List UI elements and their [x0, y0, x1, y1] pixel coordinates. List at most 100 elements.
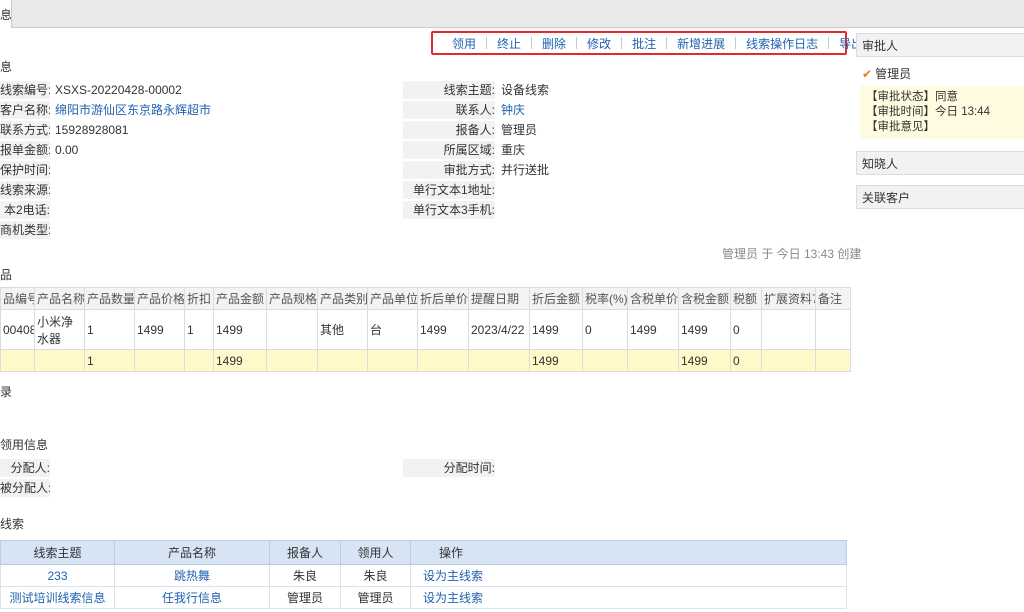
approver-row: ✔ 管理员 — [856, 57, 1024, 86]
table-row: 测试培训线索信息 任我行信息 管理员 管理员 设为主线索 — [0, 586, 847, 609]
total-cell — [367, 349, 418, 372]
col-header: 线索主题 — [0, 540, 115, 565]
amount-value: 0.00 — [55, 143, 79, 157]
field-label: 审批方式: — [403, 161, 495, 179]
field-label: 单行文本1地址: — [403, 181, 495, 199]
total-cell — [0, 349, 35, 372]
approver-header: 审批人 — [856, 33, 1024, 57]
col-header: 产品规格 — [266, 287, 318, 310]
total-cell — [582, 349, 628, 372]
approval-method-value: 并行送批 — [501, 163, 550, 177]
basic-info-title: 息 — [0, 60, 13, 74]
col-header: 税率(%) — [582, 287, 628, 310]
field-label: 报单金额: — [0, 141, 50, 159]
tab-detail[interactable]: 息 — [0, 0, 12, 28]
lead-subject-link[interactable]: 233 — [0, 564, 115, 587]
field-label: 联系人: — [403, 101, 495, 119]
terminate-button[interactable]: 终止 — [497, 35, 521, 52]
field-label: 分配时间: — [403, 459, 495, 477]
customer-name-link[interactable]: 绵阳市游仙区东京路永辉超市 — [55, 101, 211, 119]
field-label: 报备人: — [403, 121, 495, 139]
col-header: 提醒日期 — [468, 287, 530, 310]
lead-subject-link[interactable]: 测试培训线索信息 — [0, 586, 115, 609]
col-header: 税额 — [730, 287, 762, 310]
approval-status: 【审批状态】同意 — [866, 91, 958, 103]
region-value: 重庆 — [501, 143, 526, 157]
delete-button[interactable]: 删除 — [542, 35, 566, 52]
product-name-link[interactable]: 任我行信息 — [114, 586, 270, 609]
col-header: 产品类别 — [317, 287, 368, 310]
notified-header: 知晓人 — [856, 151, 1024, 175]
field-label: 分配人: — [0, 459, 50, 477]
col-header: 备注 — [815, 287, 851, 310]
related-leads-title: 线索 — [0, 517, 25, 531]
col-header: 产品数量 — [84, 287, 135, 310]
add-progress-button[interactable]: 新增进展 — [677, 35, 725, 52]
check-icon: ✔ — [862, 67, 873, 81]
field-label: 联系方式: — [0, 121, 50, 139]
total-cell — [761, 349, 816, 372]
table-cell: 1499 — [213, 309, 267, 350]
field-label: 线索来源: — [0, 181, 50, 199]
field-label: 线索主题: — [403, 81, 495, 99]
field-label: 线索编号: — [0, 81, 50, 99]
divider — [621, 37, 623, 49]
table-cell — [761, 309, 816, 350]
operation-log-button[interactable]: 线索操作日志 — [746, 35, 818, 52]
claim-button[interactable]: 领用 — [452, 35, 476, 52]
field-label: 保护时间: — [0, 161, 50, 179]
table-cell: 1499 — [627, 309, 679, 350]
annotate-button[interactable]: 批注 — [632, 35, 656, 52]
col-header: 报备人 — [269, 540, 341, 565]
total-cell — [317, 349, 368, 372]
related-customer-header[interactable]: 关联客户 — [856, 185, 1024, 209]
leads-table: 线索主题 产品名称 报备人 领用人 操作 233 跳热舞 朱良 朱良 设为主线索… — [0, 540, 847, 609]
col-header: 产品单位 — [367, 287, 418, 310]
col-header: 产品金额 — [213, 287, 267, 310]
divider — [576, 37, 578, 49]
divider — [735, 37, 737, 49]
divider — [486, 37, 488, 49]
approval-time: 【审批时间】今日 13:44 — [866, 106, 990, 118]
table-cell: 2023/4/22 — [468, 309, 530, 350]
total-cell: 1 — [84, 349, 135, 372]
table-row: 00408 小米净水器 1 1499 1 1499 其他 台 1499 2023… — [0, 309, 851, 350]
field-label: 单行文本3手机: — [403, 201, 495, 219]
approval-detail-box: 【审批状态】同意 【审批时间】今日 13:44 【审批意见】 — [860, 86, 1024, 139]
col-header: 领用人 — [340, 540, 411, 565]
total-cell — [34, 349, 85, 372]
divider — [666, 37, 668, 49]
edit-button[interactable]: 修改 — [587, 35, 611, 52]
lead-subject-value: 设备线索 — [501, 83, 550, 97]
total-cell: 1499 — [678, 349, 731, 372]
divider — [828, 37, 830, 49]
col-header: 品编号 — [0, 287, 35, 310]
table-cell — [266, 309, 318, 350]
field-label: 商机类型: — [0, 221, 50, 239]
field-label: 被分配人: — [0, 479, 50, 497]
product-name-link[interactable]: 小米净水器 — [34, 309, 85, 350]
product-name-link[interactable]: 跳热舞 — [114, 564, 270, 587]
table-cell: 台 — [367, 309, 418, 350]
action-toolbar: 领用 终止 删除 修改 批注 新增进展 线索操作日志 导出 — [452, 33, 863, 53]
set-main-lead-link[interactable]: 设为主线索 — [410, 586, 847, 609]
tab-bar — [0, 0, 1024, 28]
col-header: 折后单价 — [417, 287, 469, 310]
table-cell: 管理员 — [269, 586, 341, 609]
contact-phone-value: 15928928081 — [55, 123, 129, 137]
contact-person-link[interactable]: 钟庆 — [501, 101, 525, 119]
col-header: 含税金额 — [678, 287, 731, 310]
col-header: 产品名称 — [34, 287, 85, 310]
total-cell — [134, 349, 185, 372]
total-cell — [468, 349, 530, 372]
products-header-row: 品编号 产品名称 产品数量 产品价格 折扣 产品金额 产品规格 产品类别 产品单… — [0, 287, 851, 310]
col-header: 折扣 — [184, 287, 214, 310]
col-header: 产品价格 — [134, 287, 185, 310]
field-label: 客户名称: — [0, 101, 50, 119]
table-cell: 1499 — [529, 309, 583, 350]
field-label: 所属区域: — [403, 141, 495, 159]
set-main-lead-link[interactable]: 设为主线索 — [410, 564, 847, 587]
products-title: 品 — [0, 268, 13, 282]
col-header: 操作 — [410, 540, 847, 565]
lead-number-value: XSXS-20220428-00002 — [55, 83, 182, 97]
